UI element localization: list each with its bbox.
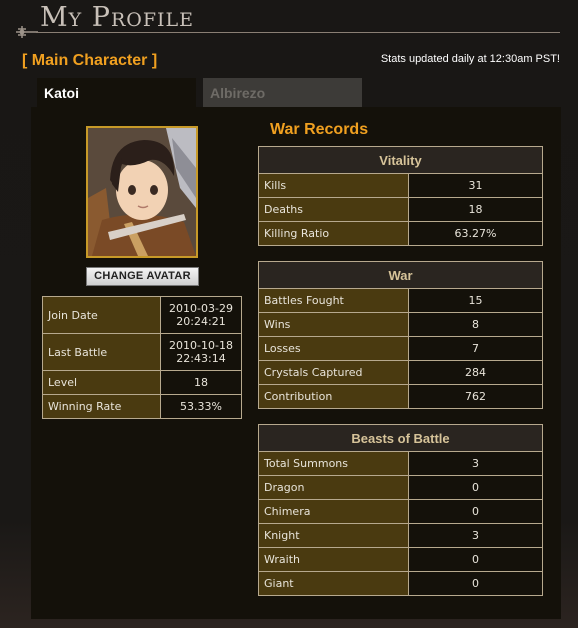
stats-update-note: Stats updated daily at 12:30am PST! bbox=[380, 53, 560, 65]
knight-value: 3 bbox=[408, 523, 543, 548]
wins-value: 8 bbox=[408, 312, 543, 337]
table-row: Last Battle 2010-10-18 22:43:14 bbox=[42, 333, 242, 371]
kills-value: 31 bbox=[408, 173, 543, 198]
table-row: Giant 0 bbox=[258, 571, 543, 596]
last-battle-date: 2010-10-18 bbox=[169, 339, 233, 352]
kills-label: Kills bbox=[258, 173, 409, 198]
deaths-value: 18 bbox=[408, 197, 543, 222]
table-row: Crystals Captured 284 bbox=[258, 360, 543, 385]
table-row: Wraith 0 bbox=[258, 547, 543, 572]
war-table: War Battles Fought 15 Wins 8 Losses 7 Cr… bbox=[258, 261, 543, 409]
table-row: Knight 3 bbox=[258, 523, 543, 548]
join-date-date: 2010-03-29 bbox=[169, 302, 233, 315]
join-date-time: 20:24:21 bbox=[176, 315, 226, 328]
table-header-row: Beasts of Battle bbox=[258, 424, 543, 452]
chimera-value: 0 bbox=[408, 499, 543, 524]
wraith-label: Wraith bbox=[258, 547, 409, 572]
page-title: My Profile bbox=[40, 2, 194, 33]
beasts-of-battle-table: Beasts of Battle Total Summons 3 Dragon … bbox=[258, 424, 543, 596]
last-battle-value: 2010-10-18 22:43:14 bbox=[160, 333, 242, 371]
avatar-portrait-icon bbox=[88, 128, 196, 256]
vitality-header: Vitality bbox=[258, 146, 543, 174]
table-row: Dragon 0 bbox=[258, 475, 543, 500]
character-avatar bbox=[86, 126, 198, 258]
war-records-title: War Records bbox=[270, 121, 369, 138]
war-header: War bbox=[258, 261, 543, 289]
dragon-value: 0 bbox=[408, 475, 543, 500]
tab-albirezo[interactable]: Albirezo bbox=[203, 78, 362, 107]
change-avatar-button[interactable]: CHANGE AVATAR bbox=[86, 267, 199, 286]
winning-rate-value: 53.33% bbox=[160, 394, 242, 419]
contribution-value: 762 bbox=[408, 384, 543, 409]
table-row: Winning Rate 53.33% bbox=[42, 394, 242, 419]
character-info-table: Join Date 2010-03-29 20:24:21 Last Battl… bbox=[42, 296, 242, 419]
crystals-captured-label: Crystals Captured bbox=[258, 360, 409, 385]
level-value: 18 bbox=[160, 370, 242, 395]
table-row: Wins 8 bbox=[258, 312, 543, 337]
last-battle-label: Last Battle bbox=[42, 333, 161, 371]
winning-rate-label: Winning Rate bbox=[42, 394, 161, 419]
table-header-row: Vitality bbox=[258, 146, 543, 174]
table-row: Deaths 18 bbox=[258, 197, 543, 222]
vitality-table: Vitality Kills 31 Deaths 18 Killing Rati… bbox=[258, 146, 543, 246]
beasts-header: Beasts of Battle bbox=[258, 424, 543, 452]
table-row: Total Summons 3 bbox=[258, 451, 543, 476]
dragon-label: Dragon bbox=[258, 475, 409, 500]
main-character-label: [ Main Character ] bbox=[22, 52, 158, 69]
total-summons-value: 3 bbox=[408, 451, 543, 476]
table-row: Killing Ratio 63.27% bbox=[258, 221, 543, 246]
table-row: Chimera 0 bbox=[258, 499, 543, 524]
losses-label: Losses bbox=[258, 336, 409, 361]
battles-fought-value: 15 bbox=[408, 288, 543, 313]
killing-ratio-value: 63.27% bbox=[408, 221, 543, 246]
deaths-label: Deaths bbox=[258, 197, 409, 222]
total-summons-label: Total Summons bbox=[258, 451, 409, 476]
wins-label: Wins bbox=[258, 312, 409, 337]
crystals-captured-value: 284 bbox=[408, 360, 543, 385]
last-battle-time: 22:43:14 bbox=[176, 352, 226, 365]
wraith-value: 0 bbox=[408, 547, 543, 572]
chimera-label: Chimera bbox=[258, 499, 409, 524]
table-row: Losses 7 bbox=[258, 336, 543, 361]
table-row: Kills 31 bbox=[258, 173, 543, 198]
giant-value: 0 bbox=[408, 571, 543, 596]
table-row: Join Date 2010-03-29 20:24:21 bbox=[42, 296, 242, 334]
giant-label: Giant bbox=[258, 571, 409, 596]
title-divider bbox=[36, 32, 560, 33]
level-label: Level bbox=[42, 370, 161, 395]
battles-fought-label: Battles Fought bbox=[258, 288, 409, 313]
table-header-row: War bbox=[258, 261, 543, 289]
join-date-value: 2010-03-29 20:24:21 bbox=[160, 296, 242, 334]
killing-ratio-label: Killing Ratio bbox=[258, 221, 409, 246]
table-row: Level 18 bbox=[42, 370, 242, 395]
contribution-label: Contribution bbox=[258, 384, 409, 409]
tab-katoi[interactable]: Katoi bbox=[37, 78, 196, 107]
losses-value: 7 bbox=[408, 336, 543, 361]
page-header: My Profile bbox=[0, 0, 578, 44]
knight-label: Knight bbox=[258, 523, 409, 548]
join-date-label: Join Date bbox=[42, 296, 161, 334]
table-row: Contribution 762 bbox=[258, 384, 543, 409]
table-row: Battles Fought 15 bbox=[258, 288, 543, 313]
ornament-icon bbox=[16, 26, 38, 38]
